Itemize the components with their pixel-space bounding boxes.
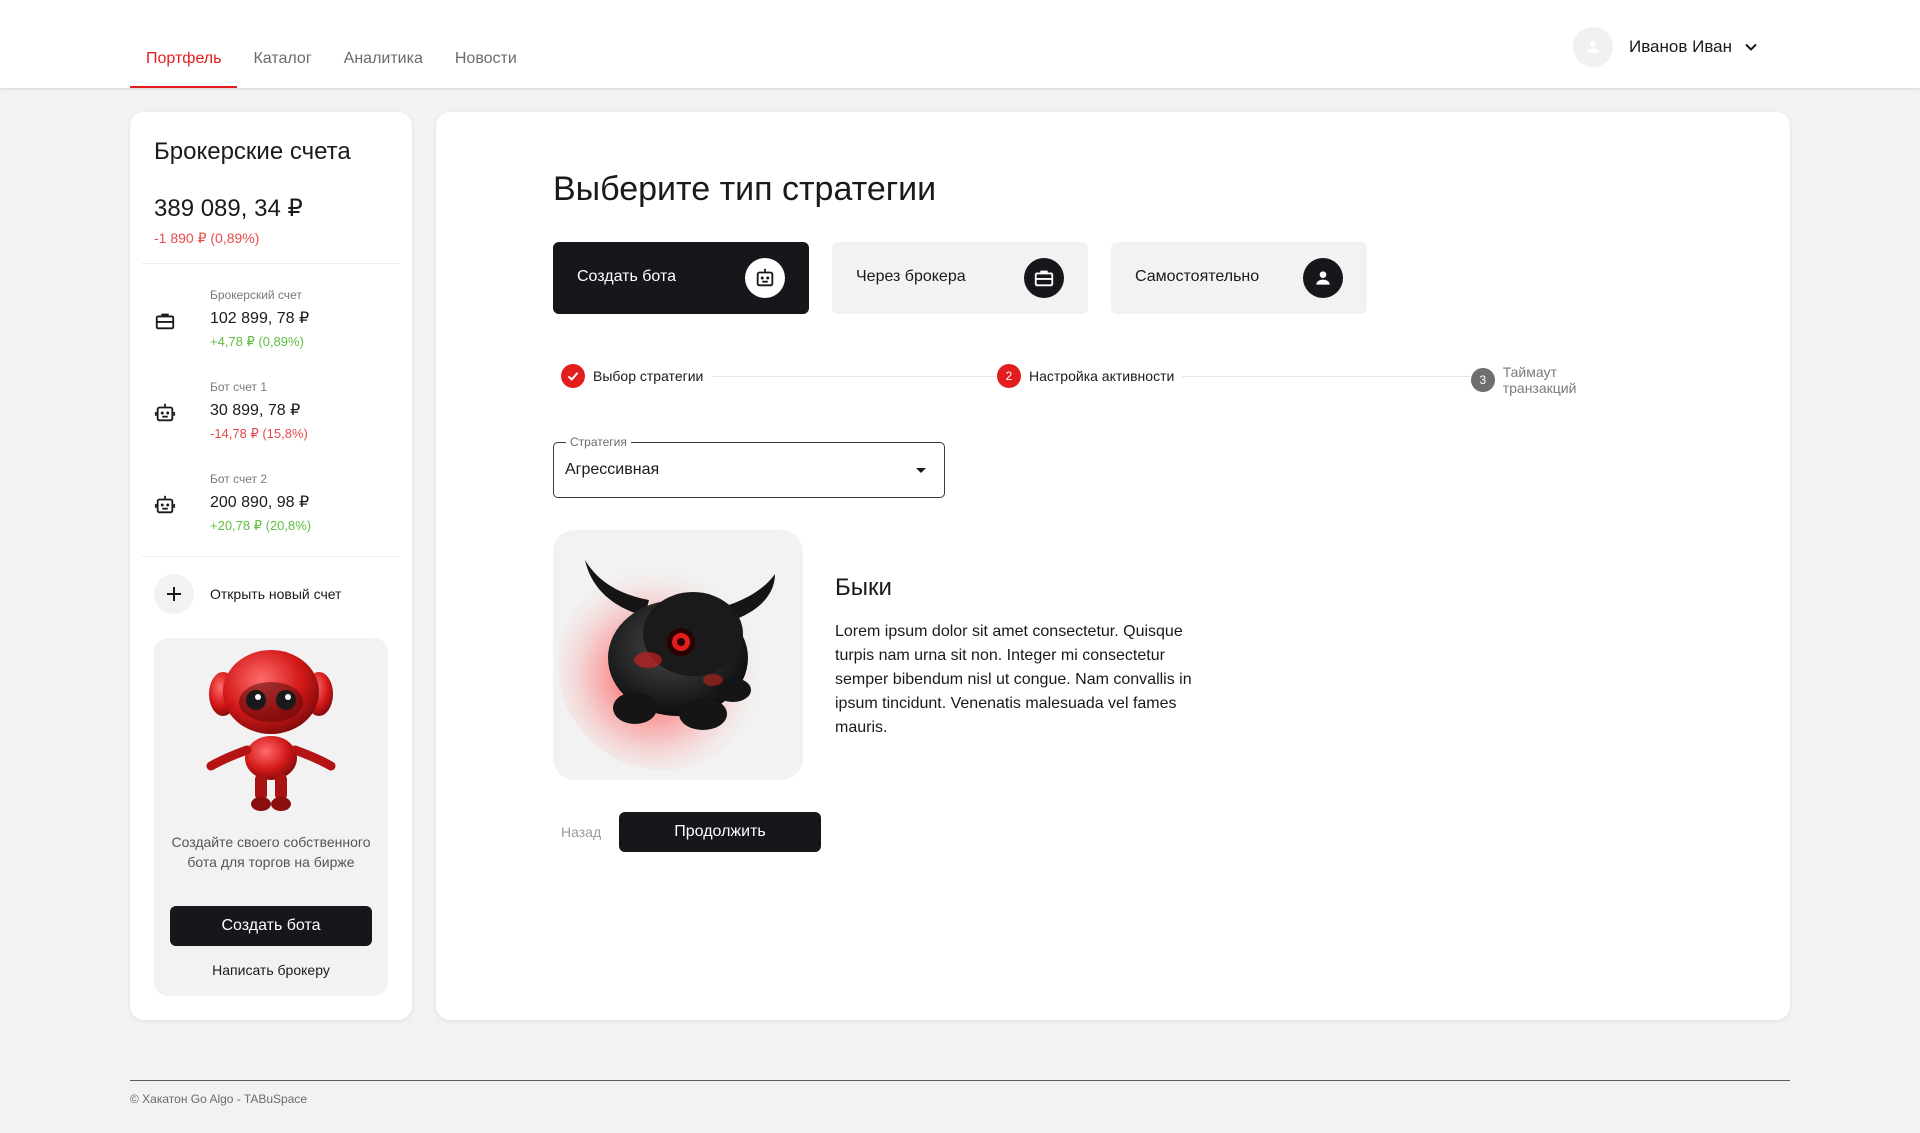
sidebar-title: Брокерские счета: [154, 138, 351, 165]
account-item-bot-2[interactable]: Бот счет 2 200 890, 98 ₽ +20,78 ₽ (20,8%…: [130, 472, 412, 552]
strategy-select[interactable]: Стратегия Агрессивная: [553, 435, 945, 498]
robot-icon: [154, 403, 176, 422]
strategy-type-self[interactable]: Самостоятельно: [1111, 242, 1367, 314]
main-nav: Портфель Каталог Аналитика Новости: [130, 0, 533, 88]
nav-tab-analytics[interactable]: Аналитика: [328, 0, 439, 88]
robot-icon: [745, 258, 785, 298]
strategy-type-broker[interactable]: Через брокера: [832, 242, 1088, 314]
nav-tab-label: Портфель: [146, 50, 222, 67]
account-change: +20,78 ₽ (20,8%): [210, 518, 312, 533]
step-activity-settings[interactable]: 2 Настройка активности: [997, 364, 1183, 388]
strategy-title: Быки: [835, 574, 892, 601]
nav-tab-label: Аналитика: [343, 50, 423, 67]
open-account-button[interactable]: Открыть новый счет: [154, 574, 341, 614]
account-item-broker[interactable]: Брокерский счет 102 899, 78 ₽ +4,78 ₽ (0…: [130, 288, 412, 368]
account-label: Брокерский счет: [210, 288, 302, 302]
account-label: Бот счет 1: [210, 380, 268, 394]
total-balance-change: -1 890 ₽ (0,89%): [154, 230, 260, 246]
step-number: 2: [997, 364, 1021, 388]
top-header: Портфель Каталог Аналитика Новости Ивано…: [0, 0, 1920, 88]
nav-tab-label: Новости: [454, 50, 517, 67]
chevron-down-icon: [1745, 43, 1757, 51]
step-strategy-choice[interactable]: Выбор стратегии: [561, 364, 712, 388]
contact-broker-link[interactable]: Написать брокеру: [154, 962, 388, 978]
robot-illustration: [206, 650, 336, 811]
step-label: Таймаут транзакций: [1502, 364, 1577, 396]
strategy-select-value: Агрессивная: [565, 461, 660, 478]
account-item-bot-1[interactable]: Бот счет 1 30 899, 78 ₽ -14,78 ₽ (15,8%): [130, 380, 412, 460]
create-bot-button[interactable]: Создать бота: [170, 906, 372, 946]
step-label: Выбор стратегии: [593, 368, 704, 384]
account-value: 102 899, 78 ₽: [210, 310, 310, 327]
check-icon: [561, 364, 585, 388]
open-account-label: Открыть новый счет: [210, 586, 342, 602]
bull-icon: [558, 560, 775, 770]
account-label: Бот счет 2: [210, 472, 268, 486]
progress-stepper: Выбор стратегии 2 Настройка активности 3…: [561, 364, 1641, 396]
robot-icon: [154, 495, 176, 514]
briefcase-icon: [1024, 258, 1064, 298]
accounts-sidebar: Брокерские счета 389 089, 34 ₽ -1 890 ₽ …: [130, 112, 412, 1020]
account-change: +4,78 ₽ (0,89%): [210, 334, 304, 349]
strategy-type-create-bot[interactable]: Создать бота: [553, 242, 809, 314]
promo-text: Создайте своего собственного бота для то…: [171, 834, 371, 870]
strategy-type-label: Создать бота: [577, 268, 677, 285]
total-balance: 389 089, 34 ₽: [154, 195, 303, 222]
strategy-type-label: Самостоятельно: [1135, 268, 1260, 285]
nav-tab-label: Каталог: [253, 50, 312, 67]
footer-divider: [130, 1080, 1790, 1081]
briefcase-icon: [155, 313, 175, 330]
step-number: 3: [1471, 368, 1495, 392]
account-change: -14,78 ₽ (15,8%): [210, 426, 308, 441]
back-button[interactable]: Назад: [561, 824, 601, 840]
divider: [142, 556, 400, 557]
create-bot-promo: Создайте своего собственного бота для то…: [154, 638, 388, 996]
continue-button[interactable]: Продолжить: [619, 812, 821, 852]
strategy-description: Lorem ipsum dolor sit amet consectetur. …: [835, 623, 1192, 736]
person-icon: [1586, 41, 1599, 53]
step-label: Настройка активности: [1029, 368, 1175, 384]
person-icon: [1303, 258, 1343, 298]
footer-copyright: © Хакатон Go Algo - TABuSpace: [130, 1092, 308, 1106]
nav-tab-portfolio[interactable]: Портфель: [130, 0, 238, 88]
user-menu[interactable]: Иванов Иван: [1572, 27, 1758, 67]
strategy-panel: Выберите тип стратегии Создать бота Чере…: [436, 112, 1790, 1020]
nav-tab-catalog[interactable]: Каталог: [237, 0, 327, 88]
strategy-select-label: Стратегия: [566, 435, 631, 449]
account-value: 30 899, 78 ₽: [210, 402, 301, 419]
account-value: 200 890, 98 ₽: [210, 494, 310, 511]
dropdown-arrow-icon: [916, 468, 926, 473]
avatar: [1572, 27, 1613, 67]
page-title: Выберите тип стратегии: [553, 170, 937, 208]
nav-tab-news[interactable]: Новости: [439, 0, 533, 88]
strategy-type-label: Через брокера: [856, 268, 966, 285]
plus-icon: [154, 574, 194, 614]
bull-illustration: [553, 530, 803, 780]
step-transaction-timeout[interactable]: 3 Таймаут транзакций: [1471, 364, 1641, 396]
divider: [142, 263, 400, 264]
user-name: Иванов Иван: [1628, 37, 1732, 56]
